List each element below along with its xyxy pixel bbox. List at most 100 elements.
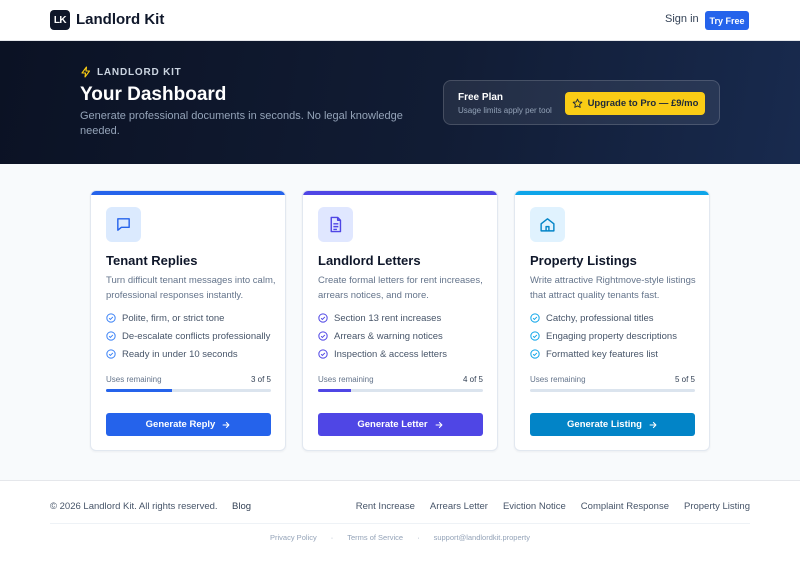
upgrade-to-pro-button[interactable]: Upgrade to Pro — £9/mo — [565, 92, 705, 115]
check-circle-icon — [530, 313, 540, 323]
generate-reply-button[interactable]: Generate Reply — [106, 413, 271, 436]
legal-separator: · — [330, 533, 334, 542]
cta-label: Generate Listing — [567, 419, 642, 430]
legal-links: Privacy Policy · Terms of Service · supp… — [0, 533, 800, 542]
card-title: Property Listings — [530, 253, 637, 268]
feature-item: Inspection & access letters — [318, 345, 447, 363]
feature-text: Formatted key features list — [546, 348, 658, 360]
copyright-text: © 2026 Landlord Kit. All rights reserved… — [50, 501, 218, 512]
arrow-right-icon — [649, 421, 657, 428]
hero-eyebrow: LANDLORD KIT — [80, 66, 182, 78]
feature-item: De-escalate conflicts professionally — [106, 327, 270, 345]
card-title: Landlord Letters — [318, 253, 421, 268]
plan-name: Free Plan — [458, 92, 504, 103]
logo-mark[interactable]: LK — [50, 10, 70, 30]
terms-of-service-link[interactable]: Terms of Service — [347, 533, 403, 542]
cta-label: Generate Letter — [357, 419, 428, 430]
usage-progress-track — [106, 389, 271, 392]
feature-item: Ready in under 10 seconds — [106, 345, 270, 363]
privacy-policy-link[interactable]: Privacy Policy — [270, 533, 317, 542]
document-icon — [330, 216, 342, 233]
card-title: Tenant Replies — [106, 253, 198, 268]
feature-list: Section 13 rent increases Arrears & warn… — [318, 309, 447, 363]
support-email-link[interactable]: support@landlordkit.property — [434, 533, 530, 542]
arrow-right-icon — [222, 421, 230, 428]
usage-progress-track — [530, 389, 695, 392]
uses-remaining-count: 5 of 5 — [674, 375, 695, 384]
footer-link-rent-increase[interactable]: Rent Increase — [356, 501, 415, 512]
uses-remaining-label: Uses remaining — [530, 375, 586, 384]
lightning-icon — [81, 66, 91, 78]
try-free-button[interactable]: Try Free — [705, 11, 749, 30]
check-circle-icon — [530, 331, 540, 341]
feature-item: Polite, firm, or strict tone — [106, 309, 270, 327]
feature-text: Section 13 rent increases — [334, 312, 442, 324]
site-footer: © 2026 Landlord Kit. All rights reserved… — [0, 480, 800, 563]
check-circle-icon — [106, 349, 116, 359]
feature-text: Catchy, professional titles — [546, 312, 654, 324]
check-circle-icon — [530, 349, 540, 359]
upgrade-label: Upgrade to Pro — £9/mo — [587, 98, 699, 109]
arrow-right-icon — [435, 421, 443, 428]
card-icon-box — [106, 207, 141, 242]
home-icon — [540, 218, 555, 232]
feature-text: De-escalate conflicts professionally — [122, 330, 271, 342]
page-subtitle: Generate professional documents in secon… — [80, 110, 403, 137]
card-description: Turn difficult tenant messages into calm… — [106, 275, 276, 301]
check-circle-icon — [318, 313, 328, 323]
card-accent-bar — [91, 191, 285, 195]
check-circle-icon — [106, 313, 116, 323]
legal-separator: · — [417, 533, 420, 542]
card-icon-box — [318, 207, 353, 242]
plan-note: Usage limits apply per tool — [458, 106, 552, 115]
footer-link-property-listing[interactable]: Property Listing — [684, 501, 750, 512]
uses-remaining-label: Uses remaining — [318, 375, 374, 384]
feature-item: Arrears & warning notices — [318, 327, 447, 345]
dashboard-hero: LANDLORD KIT Your Dashboard Generate pro… — [0, 41, 800, 164]
feature-list: Catchy, professional titles Engaging pro… — [530, 309, 677, 363]
chat-icon — [117, 218, 130, 231]
feature-item: Catchy, professional titles — [530, 309, 677, 327]
plan-status-box: Free Plan Usage limits apply per tool Up… — [443, 80, 720, 125]
card-description: Write attractive Rightmove-style listing… — [530, 275, 696, 301]
page-title: Your Dashboard — [80, 84, 227, 105]
check-circle-icon — [318, 331, 328, 341]
feature-text: Ready in under 10 seconds — [122, 348, 238, 360]
usage-progress-track — [318, 389, 483, 392]
sign-in-link[interactable]: Sign in — [665, 13, 699, 25]
footer-divider — [50, 523, 750, 524]
footer-link-arrears-letter[interactable]: Arrears Letter — [430, 501, 488, 512]
card-accent-bar — [303, 191, 497, 195]
tool-card-property-listings: Property Listings Write attractive Right… — [514, 190, 710, 451]
tool-card-tenant-replies: Tenant Replies Turn difficult tenant mes… — [90, 190, 286, 451]
card-description: Create formal letters for rent increases… — [318, 275, 483, 301]
top-navbar: LK Landlord Kit Sign in Try Free — [0, 0, 800, 41]
usage-progress-fill — [318, 389, 351, 392]
footer-link-complaint-response[interactable]: Complaint Response — [581, 501, 669, 512]
feature-item: Formatted key features list — [530, 345, 677, 363]
uses-remaining-count: 3 of 5 — [250, 375, 271, 384]
uses-remaining-count: 4 of 5 — [462, 375, 483, 384]
cta-label: Generate Reply — [145, 419, 216, 430]
card-icon-box — [530, 207, 565, 242]
generate-listing-button[interactable]: Generate Listing — [530, 413, 695, 436]
usage-progress-fill — [106, 389, 172, 392]
tool-card-landlord-letters: Landlord Letters Create formal letters f… — [302, 190, 498, 451]
check-circle-icon — [106, 331, 116, 341]
feature-text: Polite, firm, or strict tone — [122, 312, 225, 324]
feature-text: Arrears & warning notices — [334, 330, 443, 342]
footer-link-eviction-notice[interactable]: Eviction Notice — [503, 501, 566, 512]
brand-name[interactable]: Landlord Kit — [76, 11, 164, 28]
hero-eyebrow-label: LANDLORD KIT — [97, 66, 182, 78]
footer-link-blog[interactable]: Blog — [232, 501, 251, 512]
footer-links: Rent Increase Arrears Letter Eviction No… — [356, 501, 750, 512]
uses-remaining-label: Uses remaining — [106, 375, 162, 384]
feature-text: Engaging property descriptions — [546, 330, 677, 342]
generate-letter-button[interactable]: Generate Letter — [318, 413, 483, 436]
feature-item: Engaging property descriptions — [530, 327, 677, 345]
feature-list: Polite, firm, or strict tone De-escalate… — [106, 309, 270, 363]
feature-text: Inspection & access letters — [334, 348, 447, 360]
feature-item: Section 13 rent increases — [318, 309, 447, 327]
check-circle-icon — [318, 349, 328, 359]
card-accent-bar — [515, 191, 709, 195]
